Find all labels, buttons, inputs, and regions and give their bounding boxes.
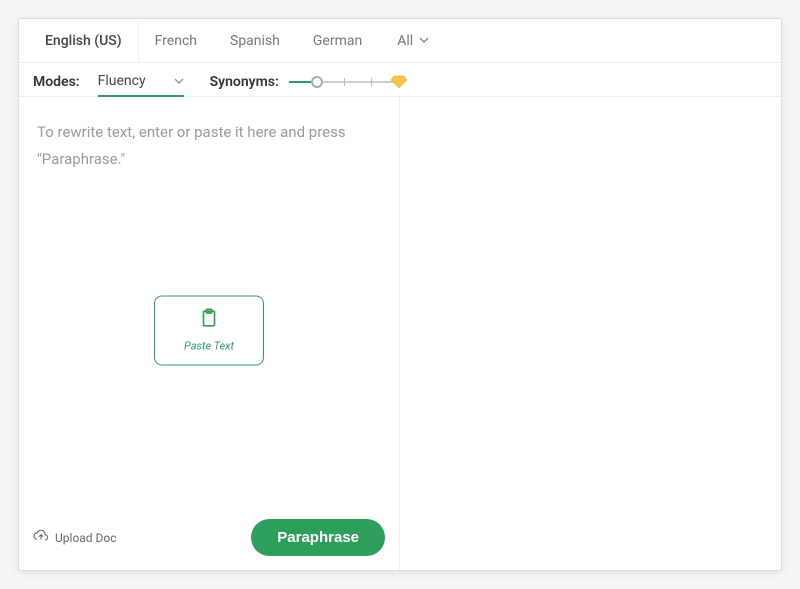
options-row: Modes: Fluency Synonyms: [19,63,781,97]
chevron-down-icon [174,76,184,87]
synonyms-group: Synonyms: [210,74,399,90]
slider-fill [289,81,313,83]
synonyms-slider[interactable] [289,75,399,89]
slider-tick [371,78,372,86]
paste-text-button[interactable]: Paste Text [154,295,264,365]
clipboard-icon [198,308,220,334]
input-pane[interactable]: To rewrite text, enter or paste it here … [19,97,400,570]
slider-tick [344,78,345,86]
input-placeholder: To rewrite text, enter or paste it here … [19,97,399,195]
paste-text-label: Paste Text [184,340,234,353]
language-tabs: English (US) French Spanish German All [19,19,781,63]
tab-english-us[interactable]: English (US) [29,21,139,61]
synonyms-label: Synonyms: [210,74,279,90]
cloud-upload-icon [33,529,49,546]
slider-thumb[interactable] [311,76,323,88]
tab-all-dropdown[interactable]: All [387,21,439,61]
editor-split: To rewrite text, enter or paste it here … [19,97,781,570]
chevron-down-icon [419,35,429,46]
input-footer: Upload Doc Paraphrase [19,509,399,570]
tab-spanish[interactable]: Spanish [214,21,297,61]
modes-label: Modes: [33,74,80,90]
tab-all-label: All [397,33,413,49]
output-pane [400,97,781,570]
upload-doc-label: Upload Doc [55,531,117,545]
upload-doc-button[interactable]: Upload Doc [33,529,117,546]
mode-dropdown[interactable]: Fluency [98,73,184,97]
mode-value: Fluency [98,73,146,89]
premium-diamond-icon [391,75,407,93]
tab-french[interactable]: French [139,21,214,61]
paraphrase-button[interactable]: Paraphrase [251,519,385,556]
app-card: English (US) French Spanish German All M… [18,18,782,571]
tab-german[interactable]: German [297,21,379,61]
